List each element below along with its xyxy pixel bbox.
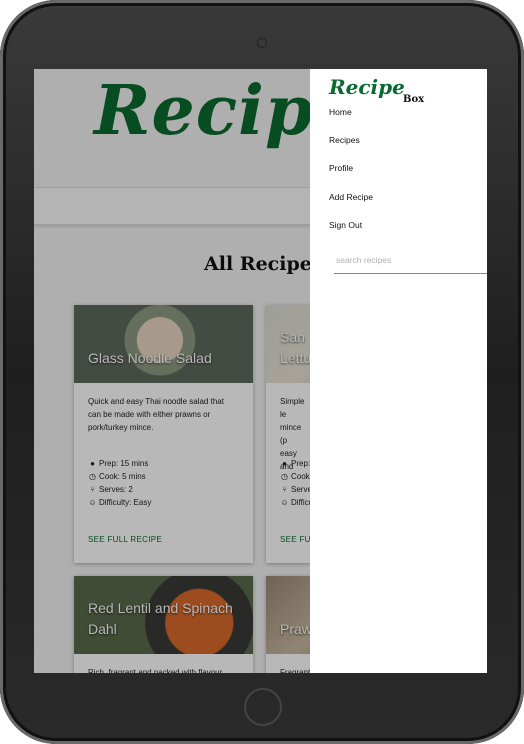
nav-item-add-recipe[interactable]: Add Recipe (329, 192, 373, 202)
home-button[interactable] (244, 688, 282, 726)
drawer-logo[interactable]: Recipe Box (329, 76, 439, 106)
nav-item-profile[interactable]: Profile (329, 163, 353, 173)
nav-item-home[interactable]: Home (329, 107, 352, 117)
side-drawer: Recipe Box Home Recipes Profile Add Reci… (310, 69, 487, 673)
search-field (334, 249, 487, 274)
search-input[interactable] (334, 249, 487, 271)
camera-dot (257, 38, 267, 48)
screen: Recip All Recipes Glass Noodle Salad Qui… (34, 69, 487, 673)
logo-text-recipe: Recipe (329, 75, 405, 99)
logo-text-box: Box (403, 94, 425, 105)
nav-item-recipes[interactable]: Recipes (329, 135, 360, 145)
nav-item-sign-out[interactable]: Sign Out (329, 220, 362, 230)
tablet-frame: Recip All Recipes Glass Noodle Salad Qui… (0, 0, 524, 744)
